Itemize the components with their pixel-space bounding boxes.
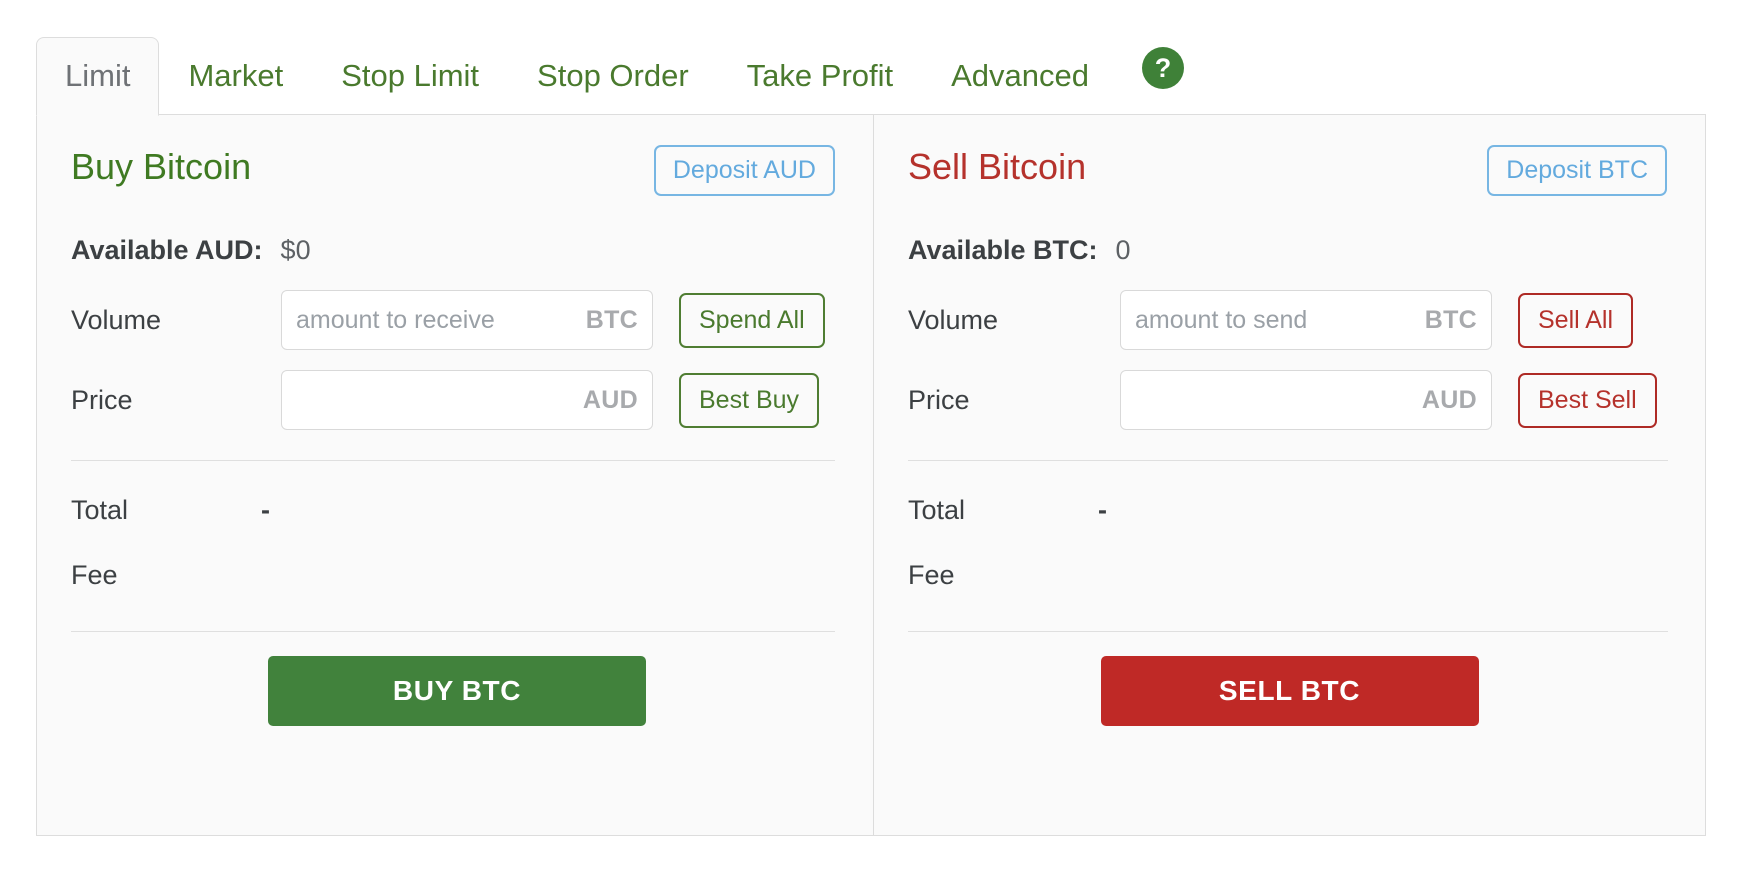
buy-fee-label: Fee bbox=[71, 560, 118, 590]
sell-divider-top bbox=[908, 460, 1668, 461]
buy-divider-top bbox=[71, 460, 835, 461]
sell-price-row: Price AUD Best Sell bbox=[908, 370, 1667, 430]
buy-divider-bottom bbox=[71, 631, 835, 632]
deposit-aud-button[interactable]: Deposit AUD bbox=[653, 145, 835, 196]
tab-market[interactable]: Market bbox=[159, 37, 312, 116]
buy-total-label: Total bbox=[71, 495, 129, 525]
buy-pane: Buy Bitcoin Deposit AUD Available AUD: $… bbox=[37, 115, 873, 835]
buy-total-value: - bbox=[261, 495, 270, 525]
sell-total-label: Total bbox=[908, 495, 966, 525]
buy-price-label: Price bbox=[71, 384, 133, 415]
sell-price-label: Price bbox=[908, 384, 970, 415]
sell-volume-placeholder: amount to send bbox=[1135, 305, 1308, 334]
available-btc-row: Available BTC: 0 bbox=[908, 235, 1667, 266]
sell-volume-label: Volume bbox=[908, 304, 999, 335]
sell-title: Sell Bitcoin bbox=[908, 146, 1087, 187]
sell-total-row: Total - bbox=[908, 495, 1667, 526]
available-aud-label: Available AUD: bbox=[71, 235, 263, 265]
trade-card: Buy Bitcoin Deposit AUD Available AUD: $… bbox=[36, 114, 1706, 836]
sell-volume-row: Volume amount to send BTC Sell All bbox=[908, 290, 1667, 350]
buy-volume-label: Volume bbox=[71, 304, 162, 335]
tab-take-profit[interactable]: Take Profit bbox=[718, 37, 922, 116]
buy-fee-row: Fee bbox=[71, 560, 835, 591]
sell-volume-unit: BTC bbox=[1424, 305, 1477, 334]
sell-volume-input[interactable]: amount to send BTC bbox=[1120, 290, 1492, 350]
tab-stop-limit[interactable]: Stop Limit bbox=[312, 37, 508, 116]
trade-panel-screen: Limit Market Stop Limit Stop Order Take … bbox=[0, 0, 1750, 886]
sell-price-input[interactable]: AUD bbox=[1120, 370, 1492, 430]
tab-advanced[interactable]: Advanced bbox=[922, 37, 1118, 116]
sell-header: Sell Bitcoin Deposit BTC bbox=[908, 145, 1667, 213]
spend-all-button[interactable]: Spend All bbox=[679, 292, 825, 348]
buy-volume-row: Volume amount to receive BTC Spend All bbox=[71, 290, 835, 350]
deposit-btc-button[interactable]: Deposit BTC bbox=[1487, 145, 1667, 196]
buy-volume-input[interactable]: amount to receive BTC bbox=[281, 290, 653, 350]
buy-header: Buy Bitcoin Deposit AUD bbox=[71, 145, 835, 213]
buy-volume-placeholder: amount to receive bbox=[296, 305, 495, 334]
available-btc-label: Available BTC: bbox=[908, 235, 1098, 265]
best-buy-button[interactable]: Best Buy bbox=[679, 372, 820, 428]
best-sell-button[interactable]: Best Sell bbox=[1518, 372, 1657, 428]
sell-btc-button[interactable]: SELL BTC bbox=[1100, 656, 1479, 726]
help-button-wrap: ? bbox=[1118, 47, 1202, 115]
available-aud-row: Available AUD: $0 bbox=[71, 235, 835, 266]
tab-stop-order[interactable]: Stop Order bbox=[508, 37, 718, 116]
buy-total-row: Total - bbox=[71, 495, 835, 526]
sell-fee-label: Fee bbox=[908, 560, 955, 590]
help-question-icon[interactable]: ? bbox=[1142, 47, 1185, 89]
sell-divider-bottom bbox=[908, 631, 1668, 632]
tab-limit[interactable]: Limit bbox=[36, 37, 160, 116]
buy-btc-button[interactable]: BUY BTC bbox=[268, 656, 646, 726]
buy-volume-unit: BTC bbox=[585, 305, 638, 334]
sell-total-value: - bbox=[1098, 495, 1107, 525]
buy-action-wrap: BUY BTC bbox=[71, 656, 835, 726]
buy-price-input[interactable]: AUD bbox=[281, 370, 653, 430]
buy-title: Buy Bitcoin bbox=[71, 146, 252, 187]
sell-all-button[interactable]: Sell All bbox=[1518, 292, 1634, 348]
buy-price-row: Price AUD Best Buy bbox=[71, 370, 835, 430]
sell-pane: Sell Bitcoin Deposit BTC Available BTC: … bbox=[873, 115, 1705, 835]
order-type-tabs: Limit Market Stop Limit Stop Order Take … bbox=[36, 26, 1706, 116]
sell-action-wrap: SELL BTC bbox=[908, 656, 1667, 726]
buy-price-unit: AUD bbox=[582, 385, 638, 414]
sell-price-unit: AUD bbox=[1421, 385, 1477, 414]
available-aud-value: $0 bbox=[280, 235, 311, 265]
available-btc-value: 0 bbox=[1115, 235, 1131, 265]
sell-fee-row: Fee bbox=[908, 560, 1667, 591]
